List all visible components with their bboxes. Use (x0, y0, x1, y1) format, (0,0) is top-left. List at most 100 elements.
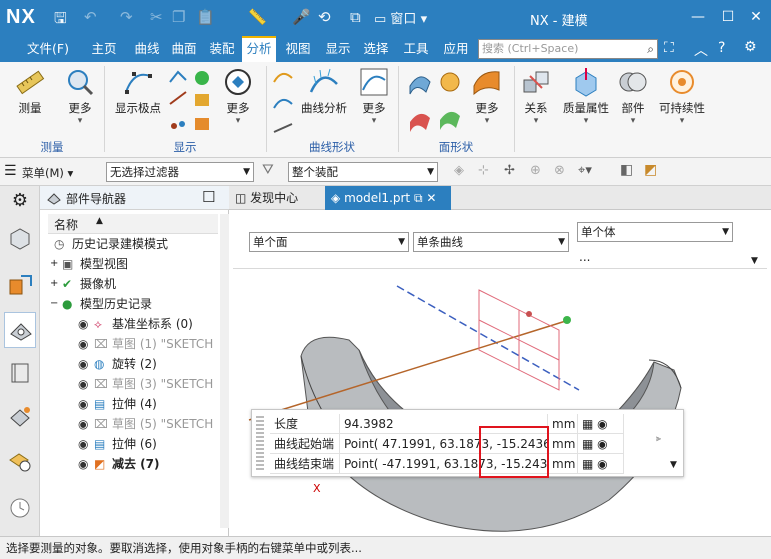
tree-row[interactable]: ◷ 历史记录建模模式 (48, 234, 226, 254)
curve-rule-select[interactable]: 单条曲线 ▼ (413, 232, 569, 252)
tree-row[interactable]: + ▣ 模型视图 (48, 254, 226, 274)
expand-icon[interactable]: + (50, 274, 58, 294)
expand-panel-icon[interactable]: ⫸ (656, 434, 661, 444)
menu-analysis[interactable]: 分析 (242, 36, 276, 62)
show-hide-icon[interactable]: ◧ (620, 162, 633, 178)
repeat-command-icon[interactable]: ⟲ (318, 8, 331, 26)
collapse-ribbon-icon[interactable]: ︿ (694, 40, 708, 60)
command-search-input[interactable]: 搜索 (Ctrl+Space) ⌕ (478, 39, 658, 59)
assembly-navigator-icon[interactable] (7, 226, 33, 252)
maximize-button[interactable]: ☐ (716, 5, 740, 29)
tree-row[interactable]: ◉ ▤ 拉伸 (6) (48, 434, 226, 454)
cut-icon[interactable]: ✂ (150, 8, 163, 26)
menu-select[interactable]: 选择 (360, 36, 392, 62)
part-button[interactable]: 部件 ▾ (614, 66, 652, 126)
show-poles-button[interactable]: 显示极点 (110, 66, 166, 116)
tree-row[interactable]: ◉ ⌧ 草图 (3) "SKETCH (48, 374, 226, 394)
filter-funnel-icon[interactable]: ⛛ (262, 162, 274, 178)
collapse-icon[interactable]: − (50, 294, 58, 314)
visibility-eye-icon[interactable]: ◉ (78, 414, 88, 434)
menu-curve[interactable]: 曲线 (133, 36, 161, 62)
close-button[interactable]: ✕ (744, 5, 768, 29)
web-browser-icon[interactable] (7, 448, 33, 474)
search-icon[interactable]: ⌕ (647, 40, 654, 58)
menu-icon[interactable]: ☰ (4, 163, 17, 179)
menu-display[interactable]: 显示 (322, 36, 354, 62)
snap-options-icon[interactable]: ⌖▾ (578, 163, 592, 178)
selection-filter-select[interactable]: 无选择过滤器 ▼ (106, 162, 254, 182)
switch-window-icon[interactable]: ⧉ (350, 8, 361, 26)
tree-row[interactable]: − ● 模型历史记录 (48, 294, 226, 314)
paste-icon[interactable]: 📋 (196, 8, 215, 26)
table-icon[interactable]: ▦ (582, 457, 593, 471)
tab-discovery-center[interactable]: ◫ 发现中心 (229, 186, 325, 210)
navigator-scrollbar[interactable] (220, 214, 229, 528)
help-icon[interactable]: ? (718, 40, 725, 56)
snap-midpoint-icon[interactable]: ✢ (504, 163, 515, 178)
snap-endpoint-icon[interactable]: ⊹ (478, 163, 489, 178)
snap-point-icon[interactable]: ◈ (454, 163, 464, 178)
tab-model1[interactable]: ◈ model1.prt ⧉ ✕ (325, 186, 451, 210)
snap-intersection-icon[interactable]: ⊗ (554, 163, 565, 178)
face-more-button[interactable]: 更多 ▾ (466, 66, 508, 126)
minimize-button[interactable]: — (686, 5, 710, 29)
eye-icon[interactable]: ◉ (597, 437, 607, 451)
tree-row[interactable]: ◉ ◩ 减去 (7) (48, 454, 226, 474)
close-tab-icon[interactable]: ✕ (426, 191, 436, 205)
tree-row[interactable]: ◉ ⌧ 草图 (5) "SKETCH (48, 414, 226, 434)
curve-more-button[interactable]: 更多 ▾ (354, 66, 394, 126)
eye-icon[interactable]: ◉ (597, 457, 607, 471)
table-icon[interactable]: ▦ (582, 417, 593, 431)
hd3d-tools-icon[interactable] (7, 404, 33, 430)
menu-view[interactable]: 视图 (282, 36, 314, 62)
constraint-navigator-icon[interactable] (7, 272, 33, 298)
visibility-eye-icon[interactable]: ◉ (78, 334, 88, 354)
copy-icon[interactable]: ❐ (172, 8, 185, 26)
tree-row[interactable]: ◉ ⌧ 草图 (1) "SKETCH (48, 334, 226, 354)
gear-icon[interactable]: ⚙ (7, 190, 33, 216)
curve-endpoint-handle[interactable] (563, 316, 571, 324)
window-menu[interactable]: ▭ 窗口 ▾ (374, 8, 427, 27)
snap-center-icon[interactable]: ⊕ (530, 163, 541, 178)
panel-drag-handle[interactable] (256, 416, 264, 472)
more-options-text[interactable]: ... (579, 250, 590, 264)
body-rule-select[interactable]: 单个体 ▼ (577, 222, 733, 242)
curve-analysis-button[interactable]: 曲线分析 (296, 66, 352, 116)
menu-dropdown[interactable]: 菜单(M) ▾ (22, 165, 73, 181)
redo-icon[interactable]: ↷ (120, 8, 133, 26)
mass-properties-button[interactable]: 质量属性 ▾ (558, 66, 614, 126)
menu-assembly[interactable]: 装配 (206, 36, 238, 62)
eye-icon[interactable]: ◉ (597, 417, 607, 431)
render-style-icon[interactable]: ◩ (644, 162, 657, 178)
menu-surface[interactable]: 曲面 (170, 36, 198, 62)
fullscreen-icon[interactable]: ⛶ (664, 40, 674, 56)
chevron-down-icon[interactable]: ▼ (751, 256, 758, 266)
expand-icon[interactable]: + (50, 254, 58, 274)
sustainability-button[interactable]: 可持续性 ▾ (656, 66, 708, 126)
visibility-eye-icon[interactable]: ◉ (78, 434, 88, 454)
measure-button[interactable]: 测量 (6, 66, 54, 116)
curve-midpoint-handle[interactable] (526, 311, 532, 317)
face-rule-select[interactable]: 单个面 ▼ (249, 232, 409, 252)
menu-file[interactable]: 文件(F) (20, 36, 76, 62)
table-icon[interactable]: ▦ (582, 437, 593, 451)
visibility-eye-icon[interactable]: ◉ (78, 354, 88, 374)
visibility-eye-icon[interactable]: ◉ (78, 394, 88, 414)
reuse-library-icon[interactable] (7, 360, 33, 386)
part-navigator-tab[interactable] (4, 312, 36, 348)
ruler-icon[interactable]: 📏 (248, 8, 267, 26)
menu-application[interactable]: 应用 (440, 36, 472, 62)
measure-more-button[interactable]: 更多 ▾ (58, 66, 102, 126)
settings-icon[interactable]: ⚙ (744, 39, 757, 55)
menu-tools[interactable]: 工具 (400, 36, 432, 62)
graphics-window[interactable]: 单个面 ▼ 单条曲线 ▼ 单个体 ▼ ... ▼ X (229, 210, 771, 536)
tree-row[interactable]: ◉ ⟡ 基准坐标系 (0) (48, 314, 226, 334)
undo-icon[interactable]: ↶ (84, 8, 97, 26)
selection-scope-select[interactable]: 整个装配 ▼ (288, 162, 438, 182)
maximize-panel-icon[interactable]: ☐ (202, 188, 215, 206)
menu-home[interactable]: 主页 (90, 36, 118, 62)
visibility-eye-icon[interactable]: ◉ (78, 374, 88, 394)
relations-button[interactable]: 关系 ▾ (516, 66, 556, 126)
microphone-icon[interactable]: 🎤 (292, 8, 311, 26)
save-icon[interactable]: 🖫 (54, 8, 67, 33)
